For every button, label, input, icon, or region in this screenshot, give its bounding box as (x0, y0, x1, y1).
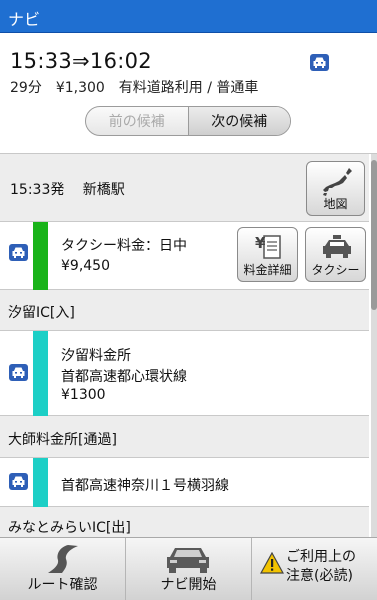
waypoint-row: 大師料金所[通過] (0, 416, 369, 458)
caution-label: ご利用上の 注意(必読) (286, 548, 356, 586)
car-icon (9, 244, 28, 261)
svg-text:¥: ¥ (255, 234, 266, 252)
departure-row: 15:33発 新橋駅 地図 (0, 154, 369, 222)
toll-price: ¥1300 (61, 387, 106, 403)
taxi-fare-price: ¥9,450 (61, 258, 110, 274)
candidate-toggle: 前の候補 次の候補 (85, 106, 291, 136)
car-front-icon (167, 548, 209, 573)
expressway-name: 首都高速神奈川１号横羽線 (61, 478, 229, 494)
route-details: 29分 ¥1,300 有料道路利用 / 普通車 (10, 80, 259, 96)
taxi-label: タクシー (311, 263, 360, 277)
route-check-label: ルート確認 (27, 577, 98, 593)
segment-row: 汐留料金所 首都高速都心環状線 ¥1300 (0, 331, 369, 416)
receipt-yen-icon: ¥ (255, 234, 281, 259)
japan-map-icon (323, 168, 352, 196)
app-title: ナビ (8, 10, 41, 29)
route-summary: 15:33⇒16:02 29分 ¥1,300 有料道路利用 / 普通車 前の候補… (0, 33, 377, 154)
waypoint-row: みなとみらいIC[出] (0, 507, 369, 537)
taxi-fare-title: タクシー料金：日中 (61, 238, 187, 254)
next-candidate-button[interactable]: 次の候補 (188, 107, 290, 135)
navi-start-button[interactable]: ナビ開始 (126, 538, 252, 600)
segment-stripe (33, 458, 48, 507)
caution-label-line2: 注意(必読) (286, 568, 353, 584)
scrollbar-thumb[interactable] (371, 160, 377, 310)
segment-row: 首都高速神奈川１号横羽線 (0, 458, 369, 507)
map-button[interactable]: 地図 (306, 161, 365, 216)
waypoint-label: 汐留IC[入] (8, 305, 75, 321)
waypoint-label: みなとみらいIC[出] (8, 520, 131, 536)
caution-button[interactable]: ご利用上の 注意(必読) (252, 538, 377, 600)
car-icon (9, 473, 28, 490)
toll-gate-name: 汐留料金所 (61, 348, 131, 364)
map-label: 地図 (323, 197, 348, 211)
scrollbar[interactable] (371, 154, 377, 537)
fare-detail-label: 料金詳細 (243, 263, 292, 277)
route-times: 15:33⇒16:02 (10, 49, 152, 73)
caution-label-line1: ご利用上の (286, 549, 356, 565)
fare-detail-button[interactable]: ¥ 料金詳細 (237, 227, 298, 282)
waypoint-label: 大師料金所[通過] (8, 432, 117, 448)
road-icon (48, 545, 78, 573)
route-check-button[interactable]: ルート確認 (0, 538, 126, 600)
taxi-row: タクシー料金：日中 ¥9,450 ¥ 料金詳細 タクシー (0, 222, 369, 290)
title-bar: ナビ (0, 0, 377, 33)
prev-candidate-button[interactable]: 前の候補 (86, 107, 189, 135)
car-icon (310, 54, 329, 71)
taxi-icon (323, 235, 351, 258)
taxi-stripe (33, 222, 48, 290)
departure-text: 15:33発 新橋駅 (10, 182, 125, 198)
car-icon (9, 364, 28, 381)
navi-start-label: ナビ開始 (160, 577, 217, 593)
warning-icon (260, 552, 284, 574)
segment-stripe (33, 331, 48, 416)
bottom-action-bar: ルート確認 ナビ開始 ご利用上の 注意(必読) (0, 537, 377, 600)
waypoint-row: 汐留IC[入] (0, 290, 369, 331)
taxi-button[interactable]: タクシー (305, 227, 366, 282)
expressway-name: 首都高速都心環状線 (61, 369, 187, 385)
